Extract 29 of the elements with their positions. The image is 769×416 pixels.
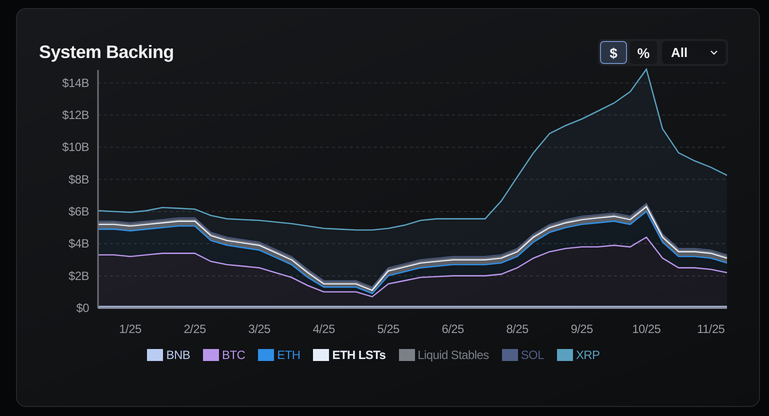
legend-label[interactable]: ETH LSTs (332, 348, 386, 362)
chevron-down-icon (710, 50, 718, 55)
y-tick-label: $14B (62, 76, 89, 90)
legend-label[interactable]: BNB (166, 348, 190, 362)
y-tick-label: $10B (62, 140, 89, 154)
unit-toggle[interactable]: $ (600, 41, 627, 64)
x-tick-label: 2/25 (184, 322, 206, 336)
y-tick-label: $2B (68, 268, 89, 283)
x-tick-label: 11/25 (697, 322, 725, 336)
legend-label[interactable]: BTC (222, 348, 246, 362)
y-tick-label: $4B (68, 236, 89, 251)
x-tick-label: 6/25 (442, 322, 464, 336)
x-tick-label: 4/25 (312, 322, 335, 336)
y-tick-label: $8B (68, 172, 89, 186)
chart-title: System Backing (39, 42, 174, 63)
legend-label[interactable]: Liquid Stables (418, 348, 489, 362)
x-tick-label: 5/25 (377, 322, 400, 336)
x-tick-label: 10/25 (632, 322, 661, 336)
legend-label[interactable]: ETH (277, 348, 300, 362)
x-tick-label: 9/25 (570, 322, 593, 336)
y-tick-label: $12B (62, 108, 89, 122)
x-tick-label: 8/25 (506, 322, 528, 336)
range-select[interactable]: All (662, 41, 726, 64)
legend-label[interactable]: XRP (576, 348, 600, 362)
x-tick-label: 3/25 (248, 322, 270, 336)
x-tick-label: 1/25 (119, 322, 142, 336)
y-tick-label: $0 (76, 301, 89, 315)
y-tick-label: $6B (68, 204, 89, 219)
unit-toggle[interactable]: % (630, 41, 657, 64)
